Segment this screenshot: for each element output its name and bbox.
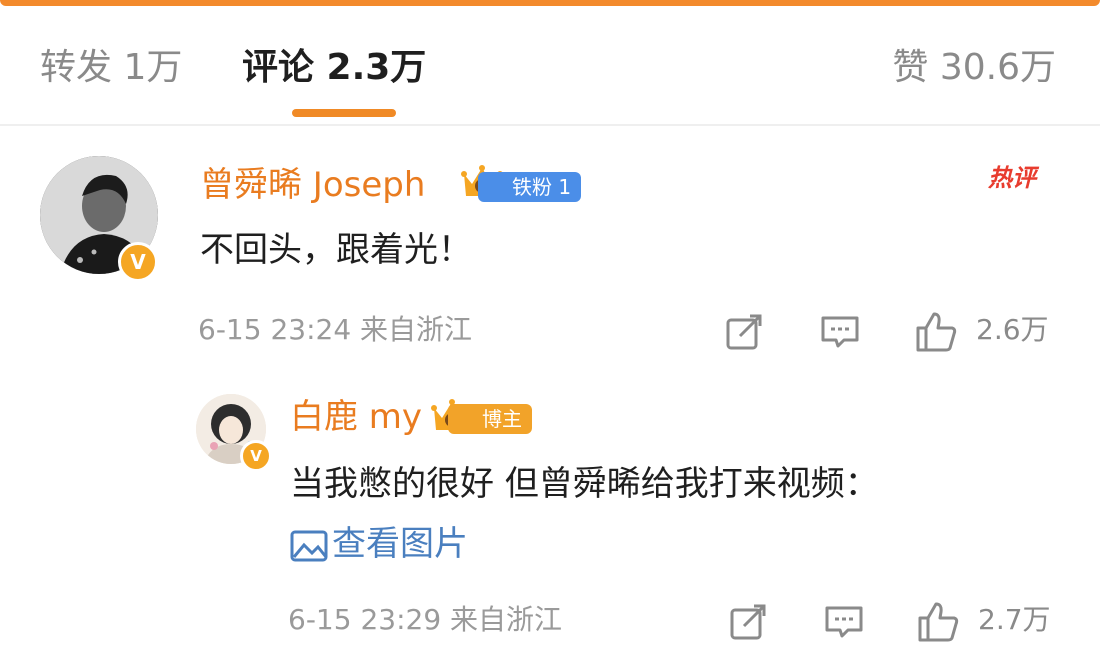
tab-comments[interactable]: 评论 2.3万 [242, 46, 426, 90]
comment-meta: 6-15 23:29 来自浙江 [288, 603, 563, 636]
tab-bar: 转发 1万 评论 2.3万 赞 30.6万 [0, 6, 1100, 124]
blogger-badge: 博主 [448, 404, 532, 434]
like-count: 2.6万 [976, 313, 1049, 346]
comment-icon[interactable] [820, 312, 860, 352]
fan-level-badge: 铁粉 1 [478, 172, 582, 202]
tab-divider [0, 124, 1100, 126]
comment-icon[interactable] [824, 602, 864, 642]
repost-icon[interactable] [728, 602, 768, 642]
verified-badge-icon: V [118, 242, 158, 282]
tab-repost[interactable]: 转发 1万 [40, 46, 182, 90]
like-icon[interactable] [916, 600, 960, 644]
comment-username[interactable]: 曾舜晞 Joseph [200, 164, 425, 206]
view-image-label: 查看图片 [332, 524, 468, 564]
comment-meta: 6-15 23:24 来自浙江 [198, 313, 473, 346]
tab-likes[interactable]: 赞 30.6万 [892, 46, 1056, 90]
like-icon[interactable] [914, 310, 958, 354]
repost-icon[interactable] [724, 312, 764, 352]
like-count: 2.7万 [978, 603, 1051, 636]
view-image-link[interactable]: 查看图片 [290, 522, 468, 566]
active-tab-indicator [292, 109, 396, 117]
image-icon [290, 530, 328, 561]
verified-badge-icon: V [240, 440, 272, 472]
comment-username[interactable]: 白鹿 my [290, 396, 422, 438]
comment-text: 当我憋的很好 但曾舜晞给我打来视频： [290, 464, 879, 504]
hot-comment-label: 热评 [988, 164, 1036, 192]
comment-text: 不回头，跟着光！ [200, 230, 472, 270]
